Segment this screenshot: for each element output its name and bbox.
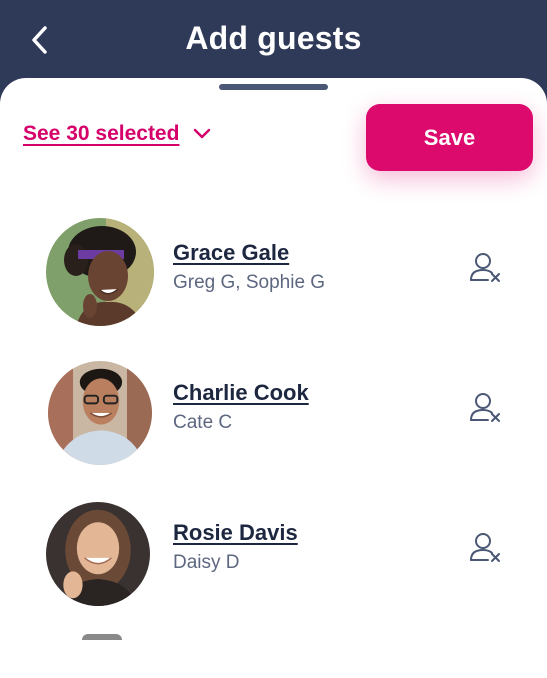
guest-name[interactable]: Charlie Cook (173, 380, 309, 406)
remove-guest-button[interactable] (468, 250, 504, 286)
see-selected-toggle[interactable]: See 30 selected (23, 122, 211, 146)
drag-handle[interactable] (219, 84, 328, 90)
see-selected-label: See 30 selected (23, 122, 180, 145)
app-header: Add guests (0, 0, 547, 90)
guest-companions: Daisy D (173, 552, 240, 573)
remove-guest-button[interactable] (468, 390, 504, 426)
save-button[interactable]: Save (366, 104, 533, 171)
remove-user-icon (470, 393, 500, 422)
remove-user-icon (470, 253, 500, 282)
chevron-down-icon (194, 128, 211, 139)
list-item: Charlie Cook Cate C (0, 358, 547, 468)
guest-companions: Greg G, Sophie G (173, 272, 326, 293)
list-item: Rosie Davis Daisy D (0, 498, 547, 608)
guest-name[interactable]: Rosie Davis (173, 520, 298, 546)
avatar (46, 502, 150, 606)
avatar (46, 218, 154, 326)
guest-companions: Cate C (173, 412, 233, 433)
page-title: Add guests (185, 20, 362, 56)
avatar (48, 361, 152, 465)
remove-user-icon (470, 533, 500, 562)
next-avatar-hint (82, 634, 122, 640)
guest-name[interactable]: Grace Gale (173, 240, 289, 266)
list-item: Grace Gale Greg G, Sophie G (0, 218, 547, 328)
remove-guest-button[interactable] (468, 530, 504, 566)
